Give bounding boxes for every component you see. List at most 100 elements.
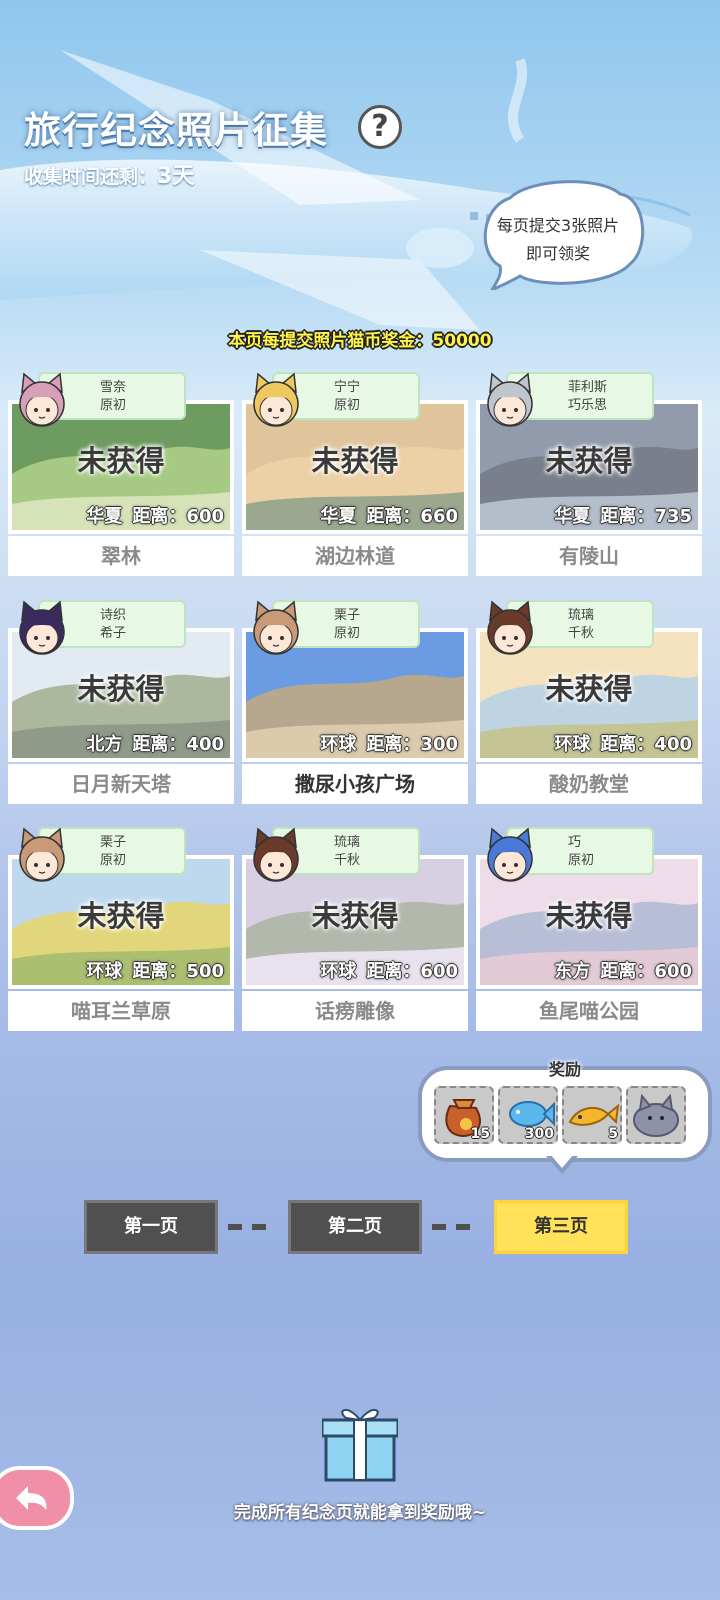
character-name: 雪奈 xyxy=(100,380,127,395)
location-name: 喵耳兰草原 xyxy=(8,991,234,1031)
location-name: 日月新天塔 xyxy=(8,764,234,804)
bubble-line-2: 即可领奖 xyxy=(525,244,590,263)
distance: 距离：600 xyxy=(366,961,458,982)
page-title: 旅行纪念照片征集 xyxy=(24,109,328,152)
photo-card[interactable]: 环球 距离：300 撒尿小孩广场 栗子 原初 xyxy=(242,600,468,806)
photo-status: 未获得 xyxy=(545,444,633,478)
distance: 距离：400 xyxy=(600,734,692,755)
photo-card[interactable]: 未获得 环球 距离：400 酸奶教堂 琉璃 千秋 xyxy=(476,600,702,806)
page-2-button[interactable]: 第二页 xyxy=(288,1200,422,1254)
photo-status: 未获得 xyxy=(77,444,165,478)
character-name: 诗织 xyxy=(100,608,127,623)
back-button[interactable] xyxy=(0,1466,74,1530)
photo-distance: 东方 距离：600 xyxy=(480,957,698,983)
location-name: 翠林 xyxy=(8,536,234,576)
cat-girl-avatar-icon xyxy=(487,372,533,427)
distance: 距离：300 xyxy=(366,734,458,755)
time-remaining-value: 3天 xyxy=(157,164,195,189)
help-button[interactable]: ? xyxy=(358,105,402,149)
page-3-button[interactable]: 第三页 xyxy=(494,1200,628,1254)
character-name: 琉璃 xyxy=(334,835,361,850)
distance: 距离：500 xyxy=(132,961,224,982)
page-1-button[interactable]: 第一页 xyxy=(84,1200,218,1254)
photo-distance: 华夏 距离：660 xyxy=(246,502,464,528)
reward-count: 5 xyxy=(608,1126,618,1142)
location-name: 话痨雕像 xyxy=(242,991,468,1031)
character-subname: 希子 xyxy=(100,626,127,641)
page-separator xyxy=(228,1224,242,1230)
reward-slot-gray-cat[interactable] xyxy=(626,1086,686,1144)
photo-distance: 环球 距离：400 xyxy=(480,730,698,756)
cat-girl-avatar-icon xyxy=(253,600,299,655)
character-name: 宁宁 xyxy=(334,380,361,395)
region: 环球 xyxy=(554,734,591,755)
cat-girl-avatar-icon xyxy=(19,827,65,882)
region: 华夏 xyxy=(86,506,123,527)
gray-cat-icon xyxy=(633,1093,679,1137)
photo-card[interactable]: 未获得 华夏 距离：660 湖边林道 宁宁 原初 xyxy=(242,372,468,578)
photo-card[interactable]: 未获得 东方 距离：600 鱼尾喵公园 巧原初 xyxy=(476,827,702,1033)
distance: 距离：600 xyxy=(600,961,692,982)
photo-distance: 北方 距离：400 xyxy=(12,730,230,756)
time-remaining: 收集时间还剩：3天 xyxy=(24,158,194,190)
time-remaining-label: 收集时间还剩： xyxy=(24,166,158,188)
location-name: 撒尿小孩广场 xyxy=(242,764,468,804)
help-icon: ? xyxy=(371,109,389,144)
distance: 距离：400 xyxy=(132,734,224,755)
character-subname: 原初 xyxy=(568,853,595,868)
character-subname: 巧乐思 xyxy=(568,398,608,413)
photo-status: 未获得 xyxy=(545,899,633,933)
photo-status: 未获得 xyxy=(311,899,399,933)
location-name: 湖边林道 xyxy=(242,536,468,576)
character-name: 栗子 xyxy=(334,608,361,623)
reward-slot-blue-fish[interactable]: 300 xyxy=(498,1086,558,1144)
cat-girl-avatar-icon xyxy=(19,372,65,427)
footer-hint: 完成所有纪念页就能拿到奖励哦~ xyxy=(233,1503,487,1523)
cat-girl-avatar-icon xyxy=(253,827,299,882)
character-name: 琉璃 xyxy=(568,608,595,623)
gift-box-icon[interactable] xyxy=(322,1404,398,1482)
character-name: 栗子 xyxy=(100,835,127,850)
region: 东方 xyxy=(554,961,591,982)
back-arrow-icon xyxy=(16,1486,47,1510)
photo-distance: 环球 距离：300 xyxy=(246,730,464,756)
photo-card[interactable]: 未获得北方 距离：400 日月新天塔 诗织希子 xyxy=(8,600,234,806)
reward-count: 15 xyxy=(470,1126,490,1142)
region: 环球 xyxy=(86,961,123,982)
page-separator xyxy=(432,1224,446,1230)
bubble-line-1: 每页提交3张照片 xyxy=(496,216,620,235)
distance: 距离：660 xyxy=(366,506,458,527)
photo-distance: 环球 距离：600 xyxy=(246,957,464,983)
photo-card[interactable]: 未获得 华夏 距离：600 翠林 雪奈 原初 xyxy=(8,372,234,578)
photo-status: 未获得 xyxy=(77,672,165,706)
reward-slot-coin-bag[interactable]: 15 xyxy=(434,1086,494,1144)
page-separator xyxy=(252,1224,266,1230)
region: 华夏 xyxy=(554,506,591,527)
distance: 距离：600 xyxy=(132,506,224,527)
character-subname: 原初 xyxy=(100,853,127,868)
photo-card[interactable]: 未获得 环球 距离：600 话痨雕像 琉璃 千秋 xyxy=(242,827,468,1033)
location-name: 有陵山 xyxy=(476,536,702,576)
location-name: 鱼尾喵公园 xyxy=(476,991,702,1031)
cat-girl-avatar-icon xyxy=(487,600,533,655)
location-name: 酸奶教堂 xyxy=(476,764,702,804)
photo-card[interactable]: 未获得 华夏 距离：735 有陵山 菲利斯 巧乐思 xyxy=(476,372,702,578)
region: 北方 xyxy=(86,734,123,755)
cat-girl-avatar-icon xyxy=(19,600,65,655)
reward-slot-golden-fish[interactable]: 5 xyxy=(562,1086,622,1144)
region: 华夏 xyxy=(320,506,357,527)
reward-popup-tail-inner xyxy=(550,1154,574,1168)
reward-count: 300 xyxy=(524,1126,554,1142)
distance: 距离：735 xyxy=(600,506,692,527)
photo-distance: 华夏 距离：600 xyxy=(12,502,230,528)
bubble-text: 每页提交3张照片 即可领奖 xyxy=(480,212,636,268)
photo-status: 未获得 xyxy=(77,899,165,933)
photo-card[interactable]: 未获得环球 距离：500 喵耳兰草原 栗子原初 xyxy=(8,827,234,1033)
photo-status: 未获得 xyxy=(545,672,633,706)
cat-girl-avatar-icon xyxy=(253,372,299,427)
photo-distance: 华夏 距离：735 xyxy=(480,502,698,528)
region: 环球 xyxy=(320,734,357,755)
reward-title: 奖励 xyxy=(548,1060,581,1079)
cat-girl-avatar-icon xyxy=(487,827,533,882)
character-subname: 原初 xyxy=(334,398,361,413)
